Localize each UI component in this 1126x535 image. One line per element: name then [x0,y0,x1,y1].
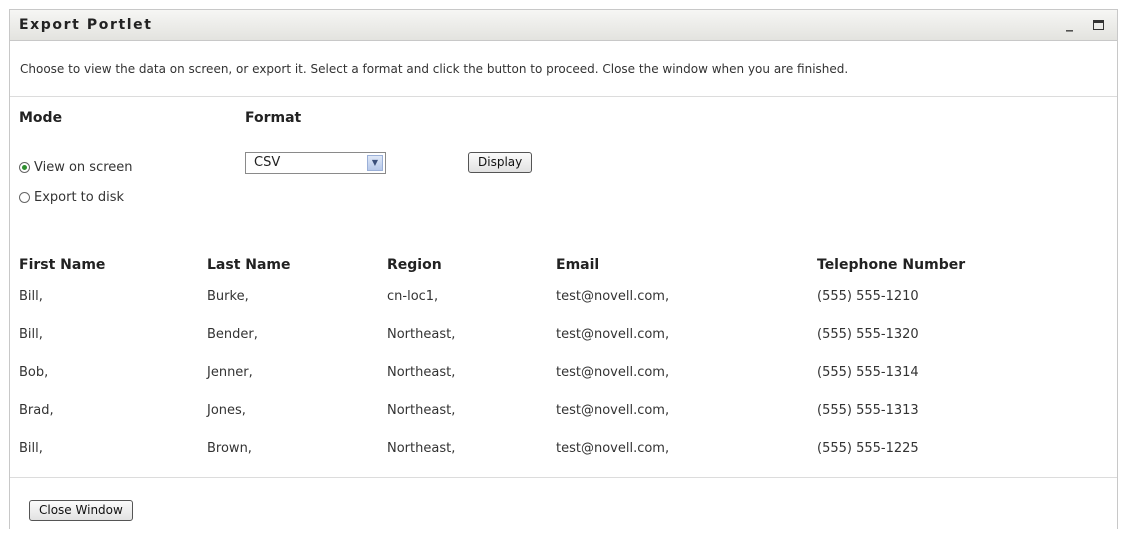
portlet-titlebar: Export Portlet _ [10,9,1117,41]
cell-last-name: Burke, [207,289,249,304]
radio-view-label: View on screen [34,160,133,175]
minimize-icon[interactable]: _ [1066,16,1073,32]
cell-last-name: Jones, [207,403,246,418]
cell-first-name: Bill, [19,441,43,456]
mode-label: Mode [19,110,63,126]
cell-telephone: (555) 555-1320 [817,327,919,342]
column-header-last-name: Last Name [207,257,291,273]
cell-region: Northeast, [387,403,456,418]
instructions-text: Choose to view the data on screen, or ex… [20,62,849,76]
column-header-telephone: Telephone Number [817,257,966,273]
format-label: Format [245,110,302,126]
cell-telephone: (555) 555-1210 [817,289,919,304]
cell-telephone: (555) 555-1313 [817,403,919,418]
export-portlet: Export Portlet _ Choose to view the data… [9,9,1118,529]
radio-unchecked-icon[interactable] [19,192,30,203]
cell-first-name: Bob, [19,365,49,380]
column-header-first-name: First Name [19,257,106,273]
cell-region: Northeast, [387,327,456,342]
cell-last-name: Brown, [207,441,252,456]
cell-region: cn-loc1, [387,289,439,304]
portlet-footer: Close Window [10,477,1117,529]
portlet-title: Export Portlet [19,17,153,33]
radio-view-on-screen[interactable]: View on screen [19,160,133,175]
cell-email: test@novell.com, [556,365,670,380]
cell-email: test@novell.com, [556,327,670,342]
column-header-email: Email [556,257,600,273]
format-select-value: CSV [254,155,281,170]
cell-last-name: Bender, [207,327,258,342]
radio-export-label: Export to disk [34,190,125,205]
column-header-region: Region [387,257,442,273]
cell-email: test@novell.com, [556,403,670,418]
cell-email: test@novell.com, [556,289,670,304]
radio-export-to-disk[interactable]: Export to disk [19,190,124,205]
cell-telephone: (555) 555-1314 [817,365,919,380]
maximize-icon[interactable] [1093,20,1104,30]
radio-checked-icon[interactable] [19,162,30,173]
cell-region: Northeast, [387,365,456,380]
display-button[interactable]: Display [468,152,533,173]
cell-first-name: Brad, [19,403,54,418]
format-select[interactable]: CSV ▼ [245,152,386,174]
cell-region: Northeast, [387,441,456,456]
cell-email: test@novell.com, [556,441,670,456]
close-window-button[interactable]: Close Window [29,500,133,521]
cell-first-name: Bill, [19,327,43,342]
description-bar: Choose to view the data on screen, or ex… [10,41,1117,97]
cell-first-name: Bill, [19,289,43,304]
cell-telephone: (555) 555-1225 [817,441,919,456]
chevron-down-icon[interactable]: ▼ [367,155,383,171]
cell-last-name: Jenner, [207,365,253,380]
